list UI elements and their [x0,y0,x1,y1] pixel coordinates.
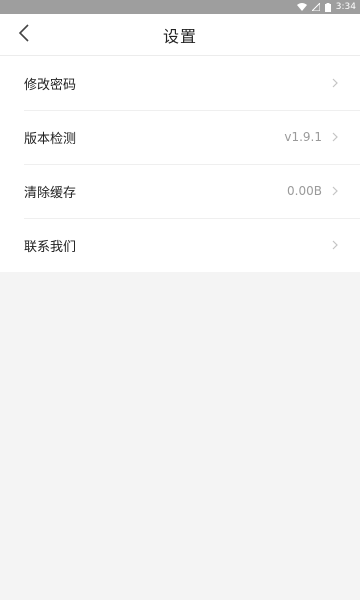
chevron-right-icon [332,240,338,250]
chevron-right-icon [332,78,338,88]
status-bar: 3:34 [0,0,360,14]
version-value: v1.9.1 [284,130,322,144]
back-button[interactable] [10,21,38,49]
cache-size-value: 0.00B [287,184,322,198]
settings-item-change-password[interactable]: 修改密码 [0,56,360,110]
status-time: 3:34 [335,2,356,12]
app-bar: 设置 [0,14,360,56]
chevron-left-icon [18,24,30,46]
settings-item-label: 修改密码 [24,77,77,93]
settings-item-label: 版本检测 [24,131,77,147]
signal-icon [311,3,320,11]
chevron-right-icon [332,186,338,196]
settings-item-contact-us[interactable]: 联系我们 [0,218,360,272]
settings-item-version-check[interactable]: 版本检测 v1.9.1 [0,110,360,164]
chevron-right-icon [332,132,338,142]
battery-icon [324,2,331,12]
settings-item-label: 清除缓存 [24,185,77,201]
settings-list: 修改密码 版本检测 v1.9.1 清除缓存 0.00B 联系我们 [0,56,360,272]
page-title: 设置 [162,26,197,46]
wifi-icon [296,3,307,11]
settings-item-label: 联系我们 [24,239,77,255]
settings-item-clear-cache[interactable]: 清除缓存 0.00B [0,164,360,218]
